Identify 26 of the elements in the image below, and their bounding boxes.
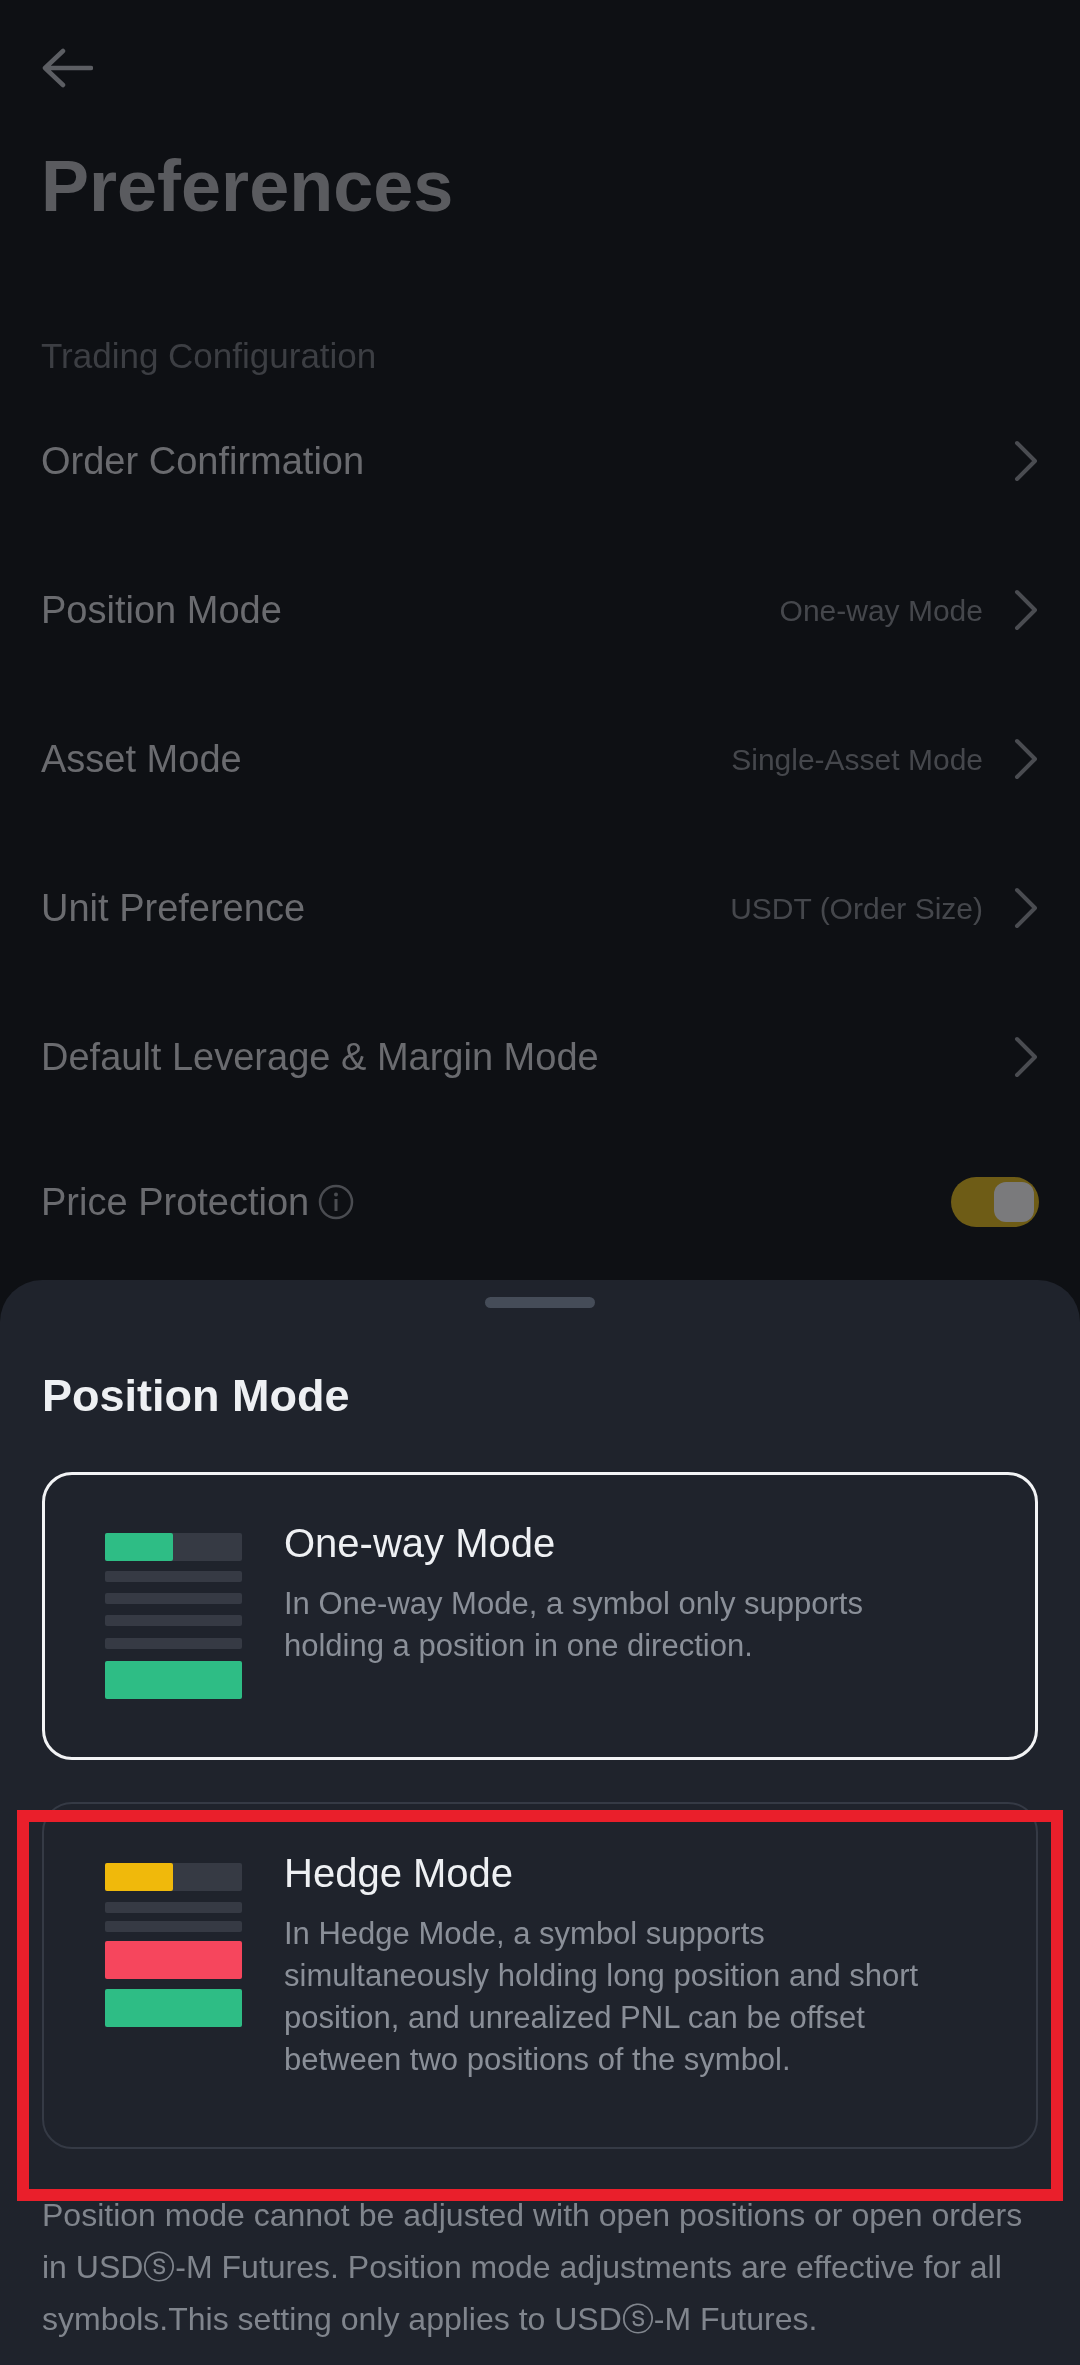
toggle-switch[interactable] <box>951 1177 1039 1227</box>
settings-row[interactable]: Position Mode One-way Mode <box>41 535 1039 685</box>
option-description: In Hedge Mode, a symbol supports simultaneously holding long position and short position, and unrealized PNL can be offset between two positions of the symbol. <box>284 1914 920 2079</box>
back-icon[interactable] <box>41 48 93 88</box>
page-title: Preferences <box>41 150 454 222</box>
chevron-right-icon <box>1013 1035 1039 1079</box>
option-description: In One-way Mode, a symbol only supports holding a position in one direction. <box>284 1584 864 1665</box>
info-icon[interactable] <box>317 1183 356 1221</box>
chevron-right-icon <box>1013 588 1039 632</box>
chevron-right-icon <box>1013 737 1039 781</box>
option-title: One-way Mode <box>284 1519 557 1567</box>
hedge-mode-icon <box>105 1862 242 2027</box>
chevron-right-icon <box>1013 886 1039 930</box>
setting-label: Price Protection <box>41 1179 310 1225</box>
note-text: Position mode cannot be adjusted with open positions or open orders in USDⓢ-M Futures. Position mode adjustments are effective for all symbols.This setting only applies to USDⓢ-M Futures. <box>42 2195 1024 2339</box>
drag-handle[interactable] <box>485 1297 595 1308</box>
mode-option-card[interactable]: Hedge Mode In Hedge Mode, a symbol supports simultaneously holding long position and short position, and unrealized PNL can be offset between two positions of the symbol. <box>42 1801 1038 2149</box>
sheet-title: Position Mode <box>42 1370 350 1421</box>
settings-row[interactable]: Order Confirmation <box>41 386 1039 536</box>
option-title: Hedge Mode <box>284 1849 515 1897</box>
settings-row[interactable]: Unit Preference USDT (Order Size) <box>41 833 1039 983</box>
settings-row[interactable]: Default Leverage & Margin Mode <box>41 982 1039 1132</box>
mode-option-card[interactable]: One-way Mode In One-way Mode, a symbol only supports holding a position in one direction. <box>42 1471 1038 1760</box>
settings-row[interactable]: Asset Mode Single-Asset Mode <box>41 684 1039 834</box>
one-way-mode-icon <box>105 1532 242 1699</box>
chevron-right-icon <box>1013 439 1039 483</box>
